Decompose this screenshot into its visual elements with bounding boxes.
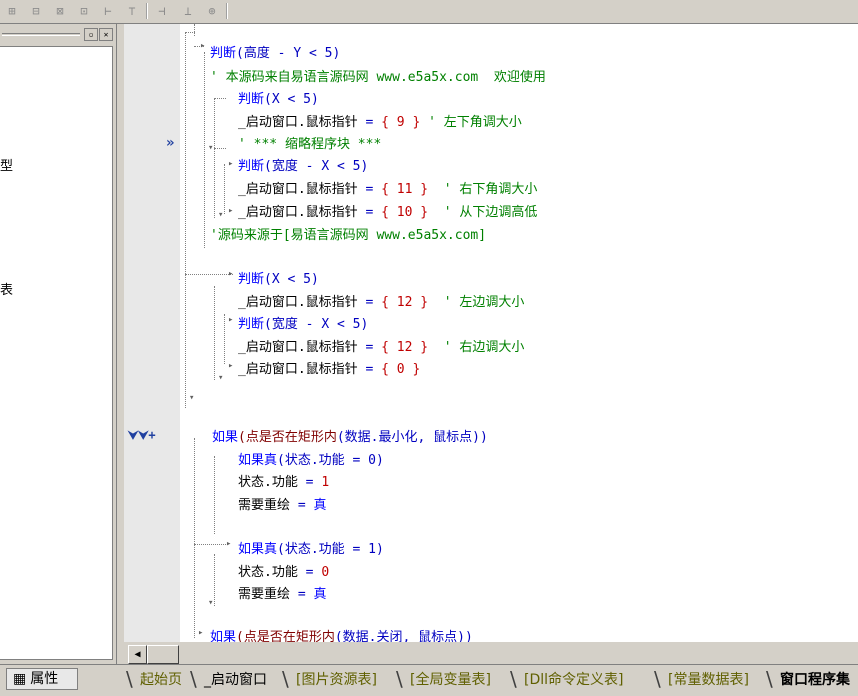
code-line[interactable]: ' *** 缩略程序块 *** [238, 137, 381, 153]
collapse-arrow-icon[interactable]: » [166, 135, 174, 151]
align-top-icon[interactable]: ⊠ [50, 2, 70, 20]
same-height-icon[interactable]: ⊤ [122, 2, 142, 20]
code-line[interactable]: _启动窗口.鼠标指针 = { 0 } [238, 362, 420, 378]
code-line[interactable]: _启动窗口.鼠标指针 = { 12 } ' 右边调大小 [238, 340, 524, 356]
tab-start-page[interactable]: 起始页 [134, 669, 188, 691]
tab-divider: \ [766, 667, 773, 691]
same-width-icon[interactable]: ⊢ [98, 2, 118, 20]
align-right-icon[interactable]: ⊡ [74, 2, 94, 20]
flow-line [214, 286, 215, 380]
code-line[interactable]: _启动窗口.鼠标指针 = { 11 } ' 右下角调大小 [238, 182, 537, 198]
code-line[interactable]: 判断(宽度 - X < 5) [238, 159, 368, 175]
flow-line [185, 32, 186, 408]
align-left-icon[interactable]: ⊞ [2, 2, 22, 20]
flow-line [194, 24, 195, 36]
toolbar-separator [146, 3, 148, 19]
code-line[interactable]: 状态.功能 = 1 [238, 475, 329, 491]
flow-line [185, 274, 233, 275]
properties-button[interactable]: ▦ 属性 [6, 668, 78, 690]
tab-image-resources[interactable]: [图片资源表] [290, 669, 383, 691]
horizontal-scrollbar[interactable]: ◀ [124, 643, 858, 664]
flow-line [204, 52, 205, 248]
flow-line [224, 164, 225, 214]
spread-horizontal-icon[interactable]: ⊣ [152, 2, 172, 20]
tab-main-window[interactable]: _启动窗口 [198, 669, 273, 691]
code-line[interactable]: 如果真(状态.功能 = 0) [238, 453, 384, 469]
flow-arrow-icon: ▸ [198, 628, 204, 638]
flow-line [194, 544, 226, 545]
tree-item-fragment[interactable]: 型 [0, 155, 13, 174]
center-icon[interactable]: ⊕ [202, 2, 222, 20]
flow-line [214, 98, 226, 99]
flow-line [194, 438, 195, 638]
flow-line [214, 148, 226, 149]
code-line[interactable]: 如果真(状态.功能 = 1) [238, 542, 384, 558]
flow-arrow-icon: ▸ [226, 539, 232, 549]
expand-plus-icon[interactable]: ⮟⮟+ [128, 428, 156, 443]
flow-arrow-icon: ▸ [228, 159, 234, 169]
code-line[interactable]: 判断(宽度 - X < 5) [238, 317, 368, 333]
code-line[interactable]: '源码来源于[易语言源码网 www.e5a5x.com] [210, 228, 486, 244]
code-line[interactable]: 需要重绘 = 真 [238, 498, 327, 514]
flow-arrow-icon: ▾ [208, 598, 214, 608]
tab-divider: \ [510, 667, 517, 691]
document-tabs: ▦ 属性 \ 起始页 \ _启动窗口 \ [图片资源表] \ [全局变量表] \ … [0, 664, 858, 696]
tab-divider: \ [396, 667, 403, 691]
flow-arrow-icon: ▸ [228, 361, 234, 371]
panel-grip [2, 33, 80, 36]
flow-arrow-icon: ▾ [218, 210, 224, 220]
flow-line [185, 32, 195, 33]
tab-divider: \ [126, 667, 133, 691]
panel-tree[interactable]: 型 表 [0, 46, 113, 660]
tab-global-vars[interactable]: [全局变量表] [404, 669, 497, 691]
panel-header: ▫ ✕ [0, 27, 118, 42]
flow-line [214, 148, 215, 218]
tab-window-assembly[interactable]: 窗口程序集 [774, 669, 856, 691]
code-line[interactable]: 状态.功能 = 0 [238, 565, 329, 581]
code-line[interactable]: 判断(高度 - Y < 5) [210, 46, 340, 62]
code-line[interactable]: _启动窗口.鼠标指针 = { 10 } ' 从下边调高低 [238, 205, 537, 221]
editor-gutter: » ⮟⮟+ [124, 24, 180, 642]
align-center-icon[interactable]: ⊟ [26, 2, 46, 20]
code-line[interactable]: _启动窗口.鼠标指针 = { 9 } ' 左下角调大小 [238, 115, 522, 131]
code-line[interactable]: 判断(X < 5) [238, 272, 319, 288]
tab-dll-commands[interactable]: [Dll命令定义表] [518, 669, 629, 691]
scroll-left-icon[interactable]: ◀ [128, 645, 147, 664]
flow-arrow-icon: ▸ [228, 206, 234, 216]
flow-line [224, 314, 225, 364]
flow-arrow-icon: ▸ [200, 41, 206, 51]
tree-item-fragment[interactable]: 表 [0, 279, 13, 298]
left-panel: ▫ ✕ 型 表 [0, 24, 118, 664]
tab-divider: \ [282, 667, 289, 691]
tab-constants[interactable]: [常量数据表] [662, 669, 755, 691]
code-line[interactable]: _启动窗口.鼠标指针 = { 12 } ' 左边调大小 [238, 295, 524, 311]
flow-arrow-icon: ▸ [228, 269, 234, 279]
splitter[interactable] [116, 24, 117, 664]
flow-arrow-icon: ▾ [189, 393, 195, 403]
restore-icon[interactable]: ▫ [84, 28, 98, 41]
code-line[interactable]: 如果(点是否在矩形内(数据.关闭, 鼠标点)) [210, 630, 473, 642]
alignment-toolbar: ⊞ ⊟ ⊠ ⊡ ⊢ ⊤ ⊣ ⊥ ⊕ [0, 0, 858, 24]
flow-line [214, 554, 215, 606]
code-line[interactable]: 如果(点是否在矩形内(数据.最小化, 鼠标点)) [212, 430, 488, 446]
code-line[interactable]: 判断(X < 5) [238, 92, 319, 108]
code-line[interactable]: 需要重绘 = 真 [238, 587, 327, 603]
flow-arrow-icon: ▾ [218, 373, 224, 383]
spread-vertical-icon[interactable]: ⊥ [178, 2, 198, 20]
flow-arrow-icon: ▸ [228, 315, 234, 325]
flow-arrow-icon: ▾ [208, 143, 214, 153]
flow-line [214, 456, 215, 534]
flow-line [214, 98, 215, 148]
toolbar-separator [226, 3, 228, 19]
scroll-thumb[interactable] [147, 645, 179, 664]
tab-divider: \ [654, 667, 661, 691]
code-line[interactable]: ' 本源码来自易语言源码网 www.e5a5x.com 欢迎使用 [210, 70, 546, 86]
close-icon[interactable]: ✕ [99, 28, 113, 41]
code-editor[interactable]: ▸ ▾ ▸ ▸ ▾ ▸ ▸ ▸ ▾ ▾ ▸ ▾ ▸ 判断(高度 - Y < 5)… [180, 24, 858, 642]
tab-divider: \ [190, 667, 197, 691]
properties-icon: ▦ [13, 671, 27, 687]
